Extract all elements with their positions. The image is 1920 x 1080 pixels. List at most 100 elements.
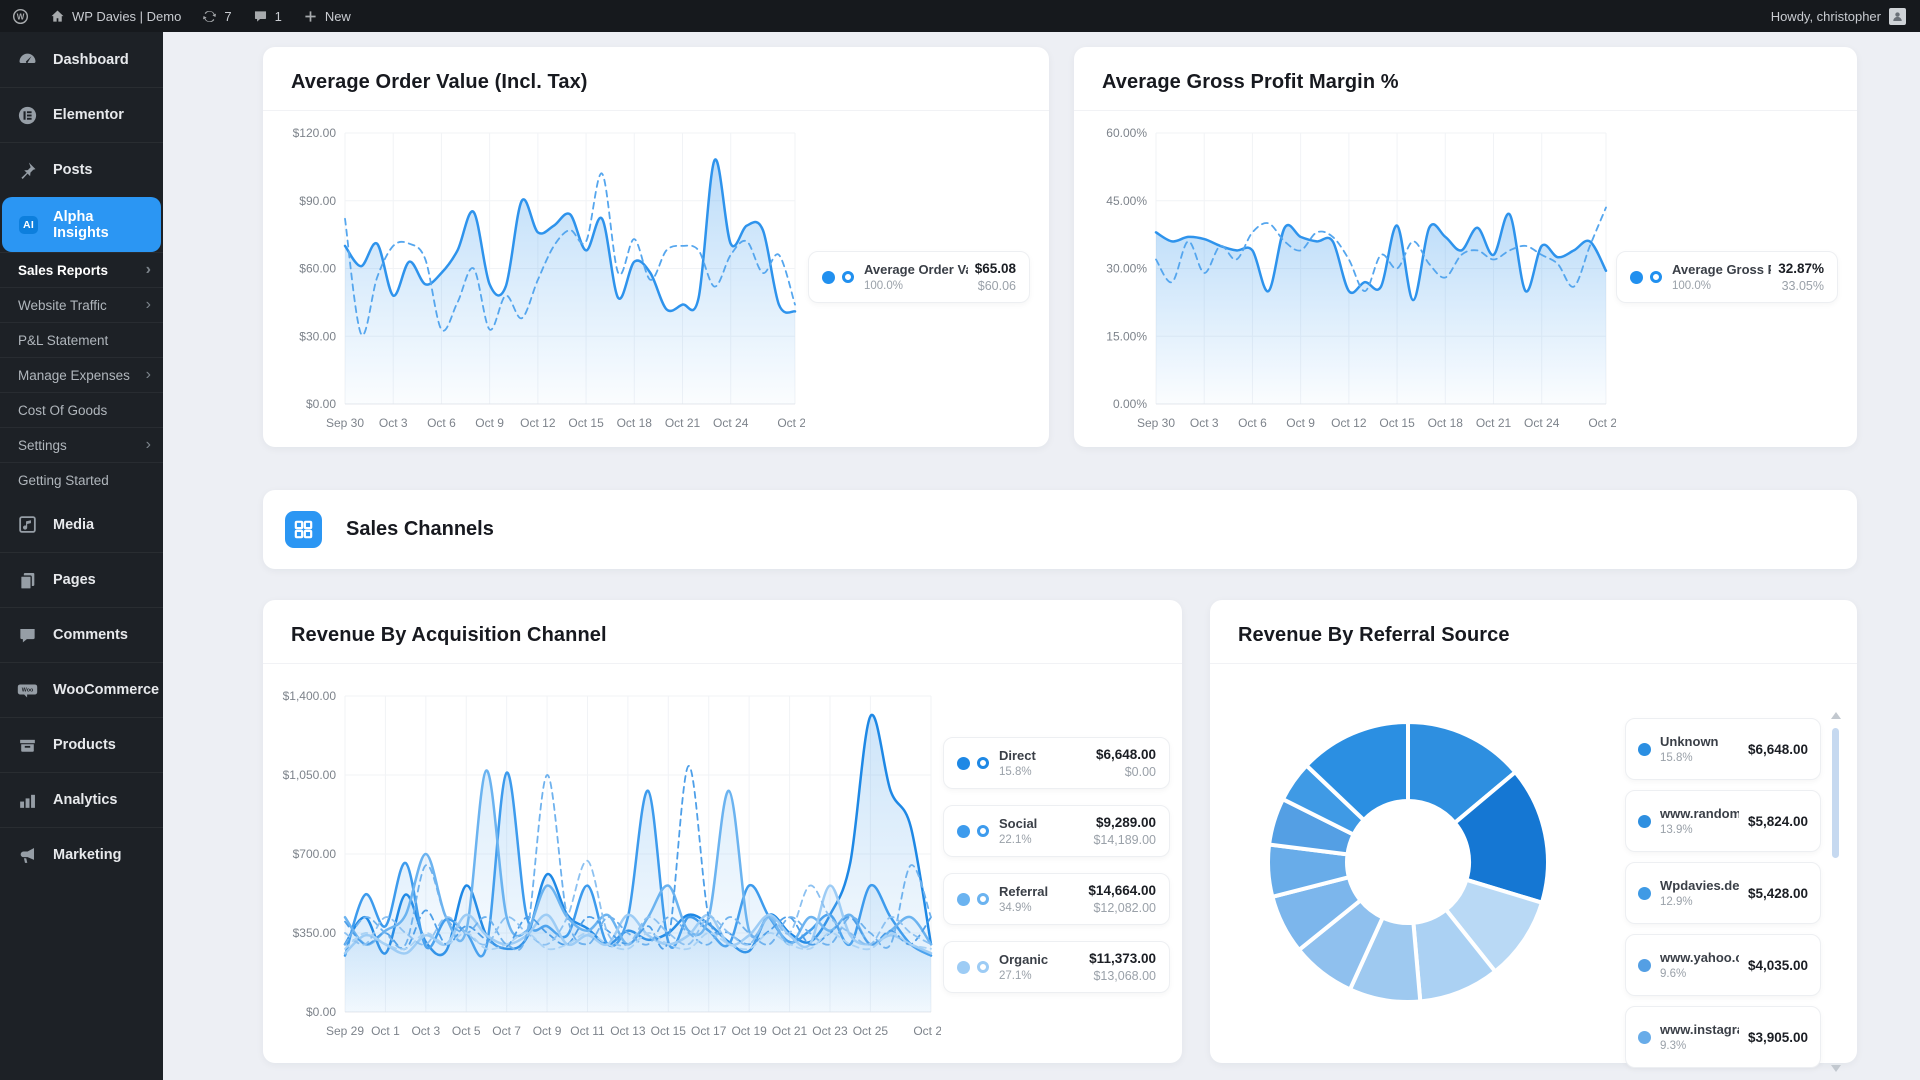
svg-text:Oct 28: Oct 28 (913, 1024, 941, 1038)
card-title: Average Gross Profit Margin % (1074, 47, 1857, 94)
sidebar-subitem-manage-expenses[interactable]: Manage Expenses › (0, 357, 163, 392)
svg-text:Oct 3: Oct 3 (1190, 416, 1219, 430)
gpm-line-chart[interactable]: 0.00%15.00%30.00%45.00%60.00%Sep 30Oct 3… (1096, 119, 1616, 434)
new-content-menu[interactable]: New (302, 8, 351, 25)
svg-text:Oct 28: Oct 28 (1588, 416, 1616, 430)
svg-text:$1,400.00: $1,400.00 (283, 689, 337, 703)
aov-line-chart[interactable]: $0.00$30.00$60.00$90.00$120.00Sep 30Oct … (285, 119, 805, 434)
referral-legend-www-randomli[interactable]: www.randomli… 13.9% $5,824.00 (1625, 790, 1821, 852)
sidebar-item-products[interactable]: Products (0, 717, 163, 772)
alpha-insights-badge-icon: AI (19, 216, 38, 234)
card-revenue-by-acquisition-channel: Revenue By Acquisition Channel $0.00 $350… (263, 600, 1182, 1063)
series-ring-icon (977, 757, 989, 769)
chevron-right-icon: › (146, 262, 151, 278)
sidebar-item-alpha-insights[interactable]: AI Alpha Insights (2, 197, 161, 252)
acquisition-legend-social[interactable]: Social 22.1% $9,289.00 $14,189.00 (943, 805, 1170, 857)
legend-scrollbar[interactable] (1831, 712, 1841, 1072)
card-title: Revenue By Acquisition Channel (263, 600, 1182, 647)
svg-text:Oct 25: Oct 25 (853, 1024, 889, 1038)
series-dot-icon (1638, 1031, 1651, 1044)
legend-label: Unknown (1660, 734, 1739, 749)
sidebar-item-elementor[interactable]: Elementor (0, 87, 163, 142)
svg-text:$30.00: $30.00 (299, 329, 336, 343)
user-avatar[interactable] (1889, 8, 1906, 25)
acquisition-legend-referral[interactable]: Referral 34.9% $14,664.00 $12,082.00 (943, 873, 1170, 925)
svg-text:$90.00: $90.00 (299, 194, 336, 208)
svg-text:Oct 7: Oct 7 (492, 1024, 521, 1038)
svg-text:$0.00: $0.00 (306, 1005, 336, 1019)
howdy-text[interactable]: Howdy, christopher (1771, 9, 1881, 24)
series-ring-icon (977, 893, 989, 905)
card-revenue-by-referral-source: Revenue By Referral Source Unknown 15.8%… (1210, 600, 1857, 1063)
legend-label: www.randomli… (1660, 806, 1739, 821)
svg-text:Oct 15: Oct 15 (1379, 416, 1415, 430)
legend-label: Referral (999, 884, 1081, 899)
comments-menu[interactable]: 1 (252, 8, 282, 25)
legend-label: Wpdavies.dev (1660, 878, 1739, 893)
referral-legend-www-instagra[interactable]: www.instagra… 9.3% $3,905.00 (1625, 1006, 1821, 1068)
scroll-up-icon[interactable] (1831, 712, 1841, 719)
svg-text:$350.00: $350.00 (293, 926, 337, 940)
legend-percent: 34.9% (999, 902, 1081, 914)
legend-label: Direct (999, 748, 1089, 763)
acquisition-legend-direct[interactable]: Direct 15.8% $6,648.00 $0.00 (943, 737, 1170, 789)
sidebar-item-posts[interactable]: Posts (0, 142, 163, 197)
legend-percent: 22.1% (999, 834, 1086, 846)
sidebar-item-dashboard[interactable]: Dashboard (0, 32, 163, 87)
series-dot-icon (1630, 271, 1643, 284)
referral-legend-unknown[interactable]: Unknown 15.8% $6,648.00 (1625, 718, 1821, 780)
sidebar-item-pages[interactable]: Pages (0, 552, 163, 607)
acquisition-line-chart[interactable]: $0.00$350.00$700.00$1,050.00$1,400.00Sep… (281, 682, 941, 1042)
sidebar-subitem-getting-started[interactable]: Getting Started (0, 462, 163, 497)
svg-text:Oct 9: Oct 9 (475, 416, 504, 430)
legend-label: Organic (999, 952, 1082, 967)
admin-bar: W WP Davies | Demo 7 1 New Howdy, christ… (0, 0, 1920, 32)
gpm-legend[interactable]: Average Gross Pro… 100.0% 32.87% 33.05% (1616, 251, 1838, 303)
scrollbar-thumb[interactable] (1832, 728, 1839, 858)
legend-value: $5,428.00 (1748, 886, 1808, 901)
svg-text:Oct 23: Oct 23 (812, 1024, 848, 1038)
legend-percent: 15.8% (999, 766, 1089, 778)
legend-label: Average Gross Pro… (1672, 262, 1771, 277)
svg-text:$1,050.00: $1,050.00 (283, 768, 337, 782)
chevron-right-icon: › (146, 437, 151, 453)
sidebar-subitem-website-traffic[interactable]: Website Traffic › (0, 287, 163, 322)
legend-value: $6,648.00 (1748, 742, 1808, 757)
svg-text:Oct 15: Oct 15 (568, 416, 604, 430)
sidebar-subitem-p-l-statement[interactable]: P&L Statement (0, 322, 163, 357)
referral-legend-www-yahoo-co[interactable]: www.yahoo.co… 9.6% $4,035.00 (1625, 934, 1821, 996)
aov-legend[interactable]: Average Order Val… 100.0% $65.08 $60.06 (808, 251, 1030, 303)
referral-legend-wpdavies-dev[interactable]: Wpdavies.dev 12.9% $5,428.00 (1625, 862, 1821, 924)
legend-current-value: $6,648.00 (1096, 747, 1156, 762)
updates-icon (201, 8, 218, 25)
sidebar-subitem-settings[interactable]: Settings › (0, 427, 163, 462)
svg-text:15.00%: 15.00% (1106, 329, 1147, 343)
sidebar-subitem-cost-of-goods[interactable]: Cost Of Goods (0, 392, 163, 427)
marketing-icon (17, 845, 38, 866)
legend-value: $4,035.00 (1748, 958, 1808, 973)
legend-current-value: $65.08 (975, 261, 1016, 276)
legend-percent: 9.6% (1660, 968, 1739, 980)
sidebar-item-woocommerce[interactable]: Woo WooCommerce (0, 662, 163, 717)
site-name-menu[interactable]: WP Davies | Demo (49, 8, 181, 25)
svg-text:0.00%: 0.00% (1113, 397, 1147, 411)
sidebar-item-analytics[interactable]: Analytics (0, 772, 163, 827)
grid-icon (285, 511, 322, 548)
updates-menu[interactable]: 7 (201, 8, 231, 25)
sidebar-item-comments[interactable]: Comments (0, 607, 163, 662)
sidebar-item-media[interactable]: Media (0, 497, 163, 552)
svg-text:Sep 30: Sep 30 (1137, 416, 1175, 430)
svg-text:Oct 18: Oct 18 (1428, 416, 1464, 430)
sidebar-main-menu: Dashboard Elementor Posts AI Alpha Insig… (0, 32, 163, 252)
svg-text:$0.00: $0.00 (306, 397, 336, 411)
acquisition-legend-organic[interactable]: Organic 27.1% $11,373.00 $13,068.00 (943, 941, 1170, 993)
updates-count: 7 (224, 9, 231, 24)
scroll-down-icon[interactable] (1831, 1065, 1841, 1072)
media-icon (17, 514, 38, 535)
wordpress-logo-icon[interactable]: W (12, 8, 29, 25)
legend-percent: 27.1% (999, 970, 1082, 982)
svg-text:Oct 21: Oct 21 (772, 1024, 808, 1038)
referral-donut-chart[interactable] (1228, 708, 1608, 1018)
sidebar-item-marketing[interactable]: Marketing (0, 827, 163, 882)
sidebar-subitem-sales-reports[interactable]: Sales Reports › (0, 252, 163, 287)
